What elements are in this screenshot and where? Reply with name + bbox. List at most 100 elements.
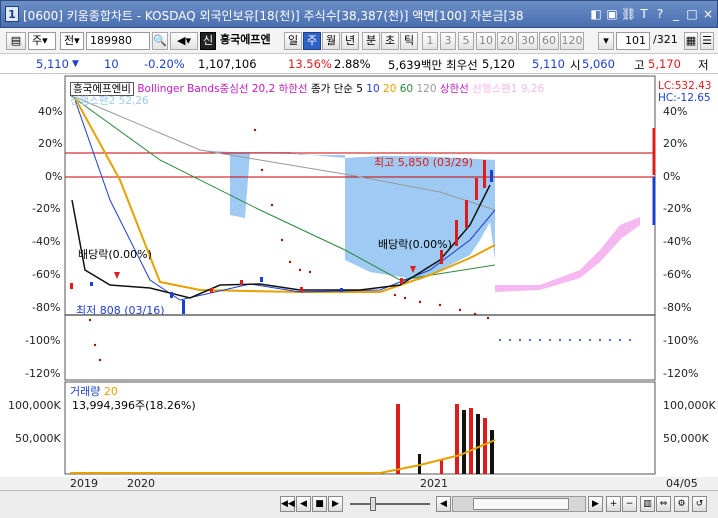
date-tick: 2020 — [127, 477, 155, 490]
price-mode-select[interactable]: 전▾ — [60, 32, 84, 50]
rewind-icon[interactable]: ◀◀ — [280, 496, 295, 512]
dividend-left-annotation: 배당락(0.00%) — [78, 248, 152, 261]
zoom-slider-handle[interactable] — [370, 497, 376, 511]
legend-ma-5[interactable]: 5 — [356, 83, 363, 95]
legend-ma-10[interactable]: 10 — [366, 83, 379, 95]
high-price: 5,170 — [648, 57, 681, 71]
turnover-value: 13.56% — [288, 57, 332, 71]
volume-tick-left: 100,000K — [8, 399, 61, 412]
tab-tick[interactable]: 틱 — [400, 32, 418, 50]
volume-value: 1,107,106 — [198, 57, 257, 71]
tab-month[interactable]: 월 — [322, 32, 340, 50]
tab-minute[interactable]: 분 — [362, 32, 380, 50]
window-number-icon: 1 — [5, 6, 19, 22]
search-icon[interactable]: 🔍 — [152, 32, 168, 50]
y-tick-left: 20% — [38, 137, 63, 150]
link-icon[interactable]: ⛓ — [621, 6, 636, 22]
down-arrow-icon: ▼ — [72, 59, 79, 69]
chart-settings-icon[interactable]: ▤ — [6, 32, 26, 50]
legend-span1[interactable]: 선행스팬1 9,26 — [472, 83, 544, 95]
legend-ma-20[interactable]: 20 — [383, 83, 396, 95]
title-bar: 1 [0600] 키움종합차트 - KOSDAQ 외국인보유[18(천)] 주식… — [0, 0, 718, 28]
chart-type-icon[interactable]: ▥ — [640, 496, 655, 512]
interval-60[interactable]: 60 — [539, 32, 559, 50]
interval-20[interactable]: 20 — [497, 32, 517, 50]
tab-day[interactable]: 일 — [284, 32, 302, 50]
hc-value: HC:-12.65 — [658, 92, 711, 104]
fit-icon[interactable]: ⇔ — [656, 496, 671, 512]
change-percent: -0.20% — [144, 57, 185, 71]
y-tick-left: 40% — [38, 105, 63, 118]
tab-week[interactable]: 주 — [303, 32, 321, 50]
stop-icon[interactable]: ■ — [312, 496, 327, 512]
tab-year[interactable]: 년 — [341, 32, 359, 50]
list-icon[interactable]: ☰ — [700, 32, 714, 50]
zoom-out-icon[interactable]: − — [622, 496, 637, 512]
low-annotation: 최저 808 (03/16) — [76, 304, 165, 317]
chart-area[interactable]: 흥국에프엔비 Bollinger Bands중심선 20,2 하한선 종가 단순… — [0, 74, 718, 477]
grid-icon[interactable]: ▦ — [684, 32, 698, 50]
play-back-icon[interactable]: ◀ — [296, 496, 311, 512]
tab-second[interactable]: 초 — [381, 32, 399, 50]
scroll-right-icon[interactable]: ▶ — [588, 496, 603, 512]
settings-icon[interactable]: ⚙ — [674, 496, 689, 512]
volume-tick-left: 50,000K — [15, 432, 61, 445]
volume-value: 13,994,396주(18.26%) — [72, 399, 196, 412]
legend-upper[interactable]: 상한선 — [440, 83, 469, 95]
volume-panel — [64, 381, 656, 475]
stepper-icon[interactable]: ▾ — [598, 32, 614, 50]
sound-icon[interactable]: ◀▾ — [170, 32, 198, 50]
legend-ma-60[interactable]: 60 — [400, 83, 413, 95]
scroll-thumb[interactable] — [473, 498, 569, 510]
page-total: /321 — [653, 33, 678, 46]
interval-3[interactable]: 3 — [440, 32, 456, 50]
current-price: 5,110 — [36, 57, 69, 71]
period-type-value: 주 — [32, 34, 43, 47]
chart-canvas[interactable] — [0, 74, 718, 490]
interval-30[interactable]: 30 — [518, 32, 538, 50]
font-size-icon[interactable]: T — [637, 6, 651, 22]
help-icon[interactable]: ? — [653, 6, 667, 22]
y-tick-left: 0% — [45, 170, 63, 183]
y-tick-right: -120% — [663, 367, 699, 380]
y-tick-right: 40% — [663, 105, 688, 118]
legend-bollinger[interactable]: Bollinger Bands중심선 20,2 — [137, 83, 275, 95]
price-2: 5,110 — [532, 57, 565, 71]
maximize-icon[interactable]: □ — [685, 6, 699, 22]
window-title: [0600] 키움종합차트 - KOSDAQ 외국인보유[18(천)] 주식수[… — [23, 9, 524, 23]
restore-icon[interactable]: ◧ — [589, 6, 603, 22]
stock-name: 흥국에프엔 — [220, 33, 271, 46]
save-icon[interactable]: ▣ — [605, 6, 619, 22]
period-type-select[interactable]: 주▾ — [28, 32, 56, 50]
y-tick-right: -20% — [663, 202, 692, 215]
high-label: 고 — [634, 58, 645, 72]
legend-span2[interactable]: 선행스팬2 52,26 — [70, 93, 149, 108]
close-icon[interactable]: × — [701, 6, 715, 22]
bottom-controls: ◀◀ ◀ ■ ▶ ◀ ▶ + − ▥ ⇔ ⚙ ↺ — [0, 490, 718, 518]
legend-ma-label: 종가 단순 — [310, 83, 353, 95]
new-listing-badge: 신 — [200, 32, 216, 50]
stock-code-input[interactable]: 189980 — [86, 32, 150, 50]
zoom-slider-track[interactable] — [350, 503, 430, 505]
interval-10[interactable]: 10 — [476, 32, 496, 50]
y-tick-right: -80% — [663, 301, 692, 314]
scroll-left-icon[interactable]: ◀ — [436, 496, 451, 512]
interval-120[interactable]: 120 — [560, 32, 584, 50]
interval-1[interactable]: 1 — [422, 32, 438, 50]
minimize-icon[interactable]: _ — [669, 6, 683, 22]
play-icon[interactable]: ▶ — [328, 496, 343, 512]
legend-ma-120[interactable]: 120 — [416, 83, 436, 95]
preferred-label: 최우선 — [446, 58, 478, 72]
page-number-input[interactable]: 101 — [616, 32, 650, 50]
ratio-value: 2.88% — [334, 57, 371, 71]
legend-lower[interactable]: 하한선 — [279, 83, 308, 95]
dividend-right-annotation: 배당락(0.00%) — [378, 238, 452, 251]
open-label: 시 — [570, 58, 581, 72]
scroll-track[interactable] — [452, 496, 586, 512]
reset-icon[interactable]: ↺ — [692, 496, 707, 512]
y-tick-right: -100% — [663, 334, 699, 347]
y-tick-right: 20% — [663, 137, 688, 150]
quote-bar: 5,110 ▼ 10 -0.20% 1,107,106 13.56% 2.88%… — [0, 54, 718, 74]
interval-5[interactable]: 5 — [458, 32, 474, 50]
zoom-in-icon[interactable]: + — [606, 496, 621, 512]
